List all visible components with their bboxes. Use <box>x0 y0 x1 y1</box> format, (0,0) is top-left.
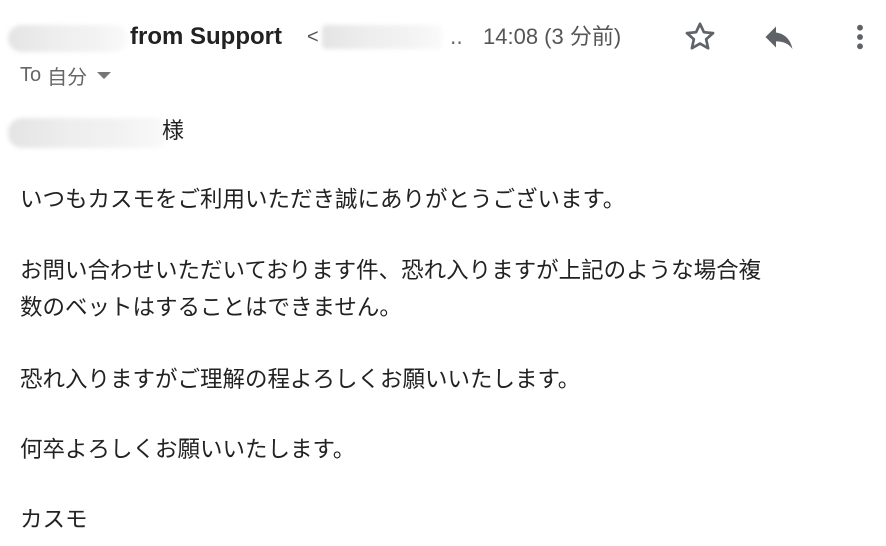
sender-email-ellipsis: .. <box>450 25 463 49</box>
recipient-name-redacted <box>8 118 168 148</box>
message-header: from Support < .. 14:08 (3 分前) <box>0 0 886 70</box>
body-paragraph-greeting: いつもカスモをご利用いただき誠にありがとうございます。 <box>20 187 626 213</box>
to-label: To <box>20 63 42 86</box>
sender-name[interactable]: from Support <box>130 20 282 54</box>
salutation: 様 <box>8 112 320 152</box>
body-paragraph-apology: 恐れ入りますがご理解の程よろしくお願いいたします。 <box>20 367 581 393</box>
body-signature: カスモ <box>20 507 88 533</box>
sender-name-redacted <box>8 25 128 52</box>
recipient-dropdown[interactable]: To 自分 <box>20 60 112 90</box>
body-paragraph-line: 数のベットはすることはできません。 <box>20 295 402 321</box>
salutation-suffix: 様 <box>162 119 185 144</box>
sender-email-bracket: < <box>307 26 319 48</box>
star-icon <box>685 22 715 50</box>
star-button[interactable] <box>678 15 722 59</box>
body-paragraph-line: お問い合わせいただいております件、恐れ入りますが上記のような場合複 <box>20 258 762 284</box>
reply-button[interactable] <box>757 15 801 59</box>
more-options-button[interactable] <box>838 15 882 59</box>
sender-email-redacted <box>322 25 442 49</box>
caret-down-icon <box>97 71 112 79</box>
body-paragraph-closing: 何卒よろしくお願いいたします。 <box>20 437 356 463</box>
recipient-value: 自分 <box>47 64 88 89</box>
message-time: 14:08 (3 分前) <box>483 24 622 49</box>
reply-icon <box>765 26 793 49</box>
more-vert-icon <box>857 24 863 50</box>
